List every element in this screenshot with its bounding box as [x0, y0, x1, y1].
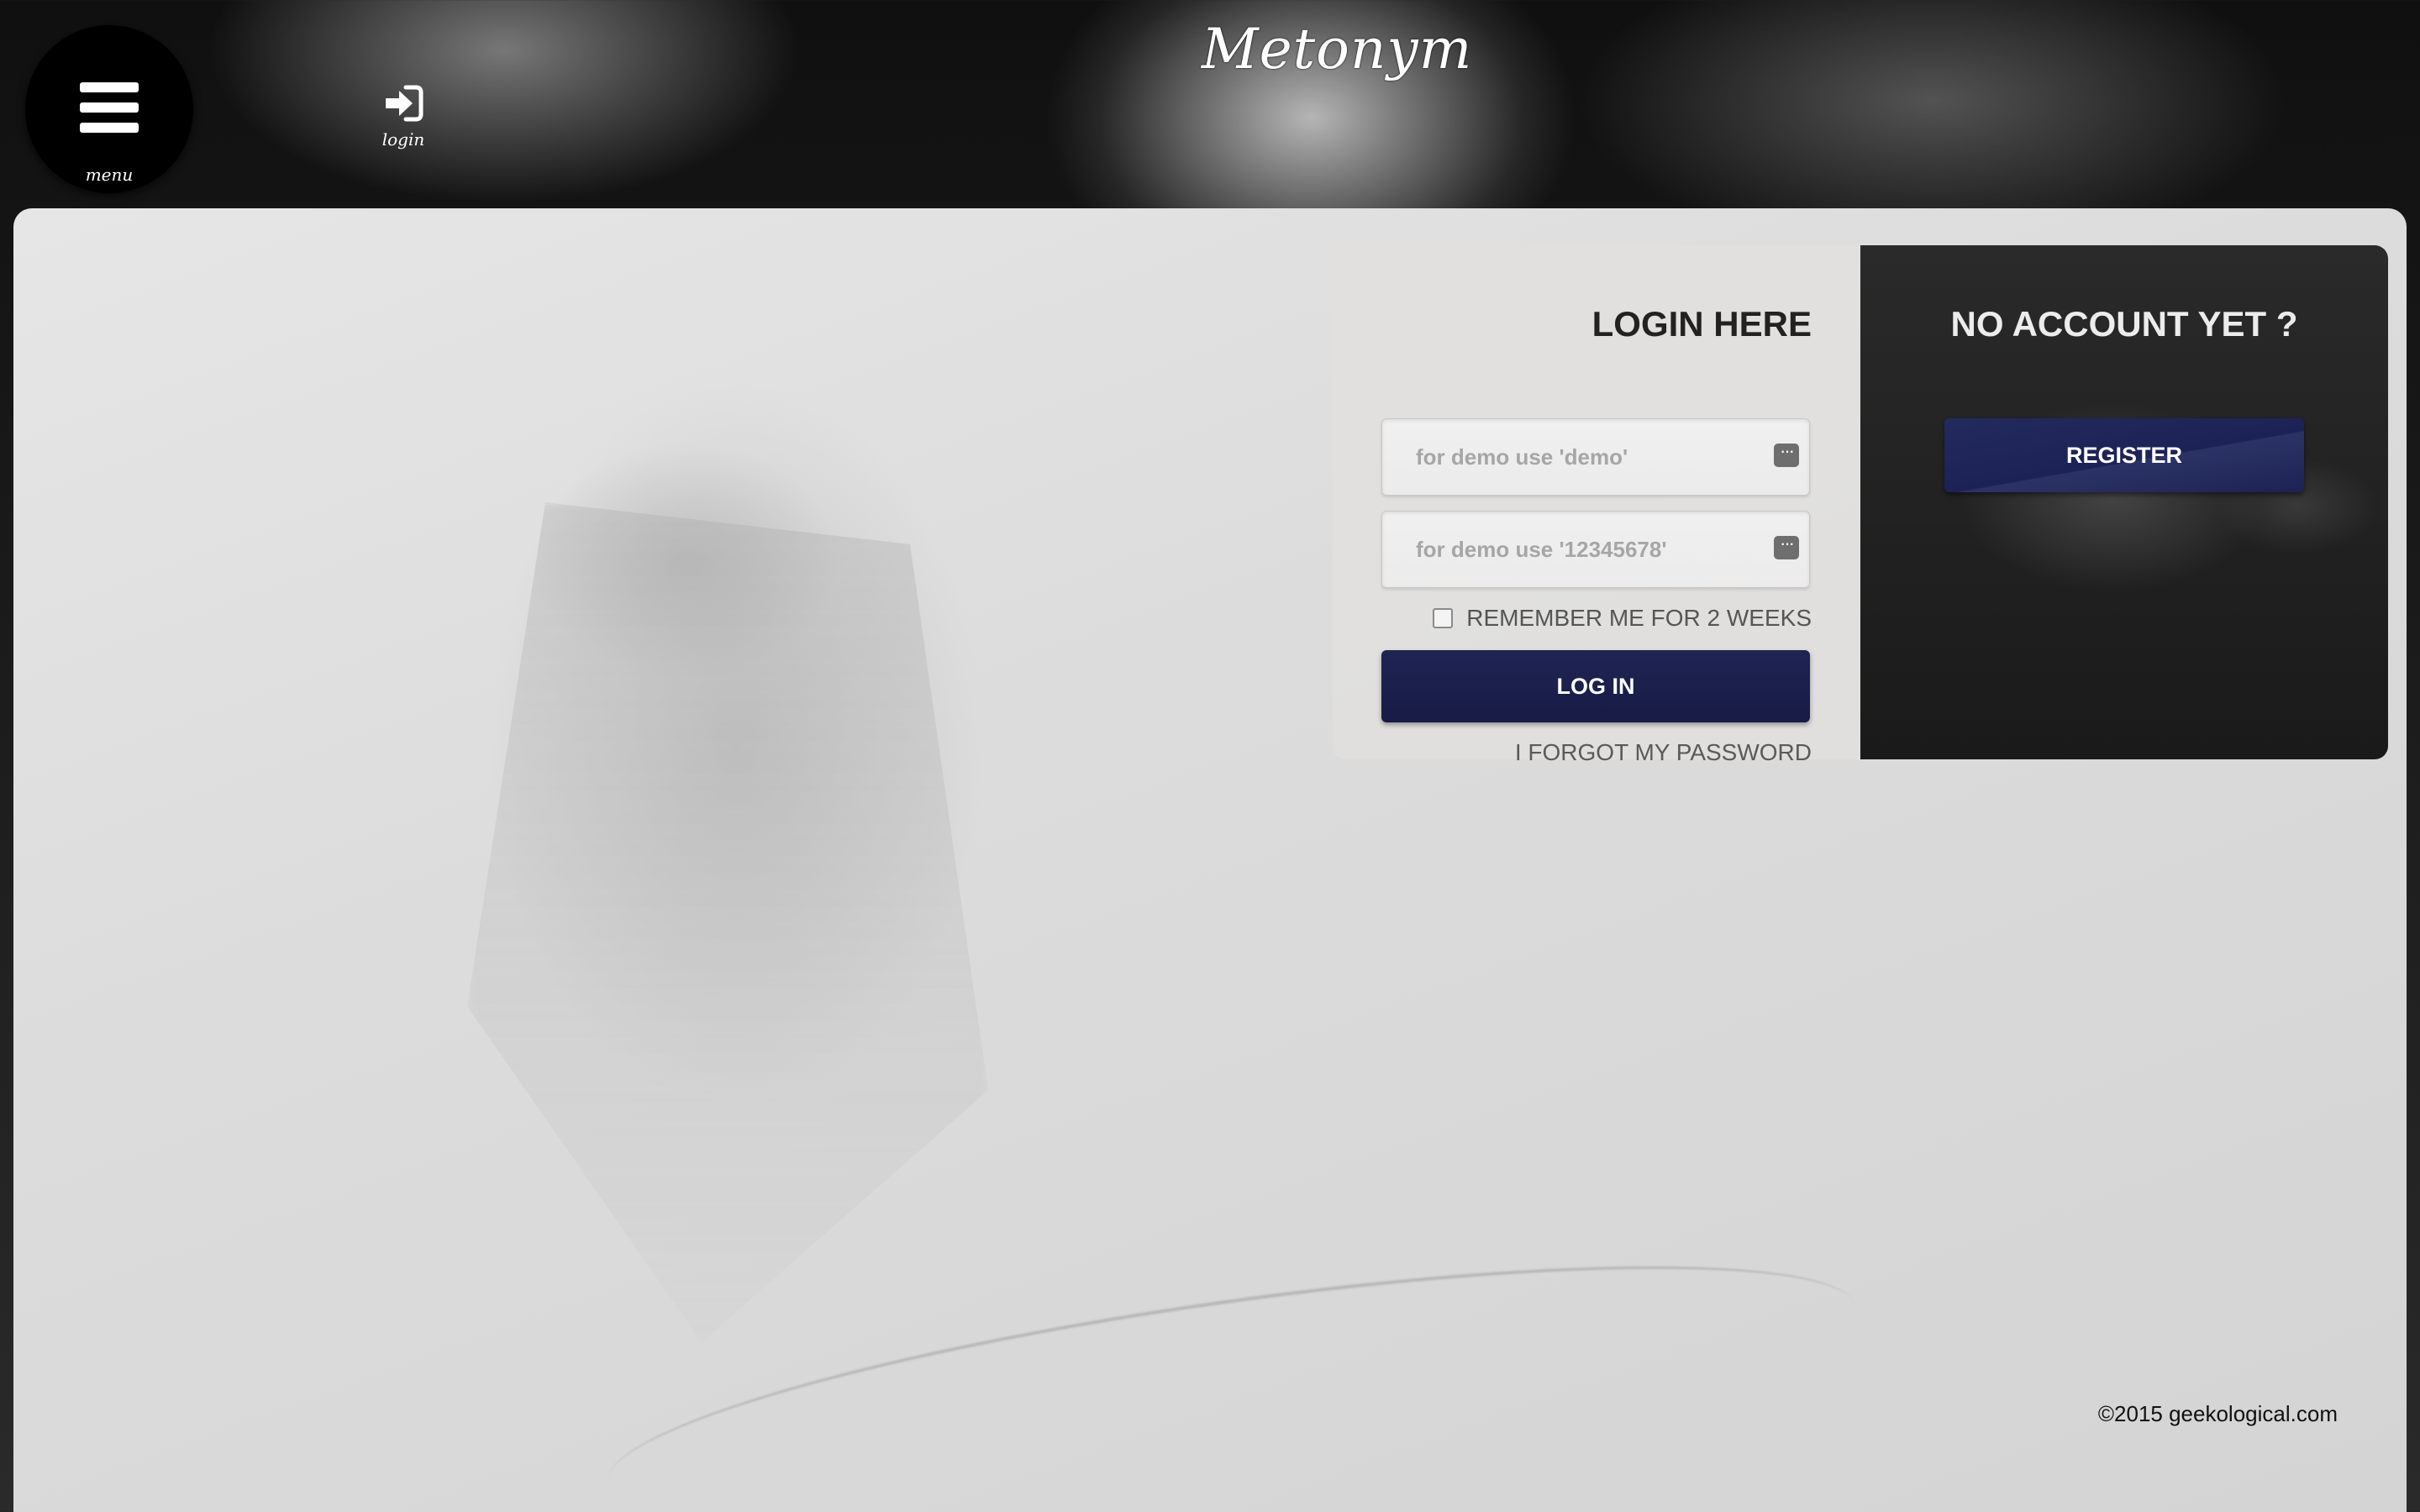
autofill-key-icon[interactable]: ···: [1774, 442, 1799, 467]
login-nav-link[interactable]: login: [370, 84, 437, 150]
menu-label: menu: [85, 165, 134, 185]
login-button[interactable]: LOG IN: [1381, 650, 1810, 722]
register-panel: NO ACCOUNT YET ? REGISTER: [1860, 245, 2388, 759]
site-logo[interactable]: Metonym: [1202, 17, 1471, 81]
background-pen-image: [467, 502, 988, 1342]
password-input[interactable]: [1382, 512, 1809, 587]
remember-me-label: REMEMBER ME FOR 2 WEEKS: [1466, 605, 1812, 631]
username-input[interactable]: [1382, 419, 1809, 495]
login-nav-label: login: [381, 129, 425, 150]
autofill-key-icon[interactable]: ···: [1774, 534, 1799, 559]
sign-in-icon: [386, 85, 424, 122]
hamburger-icon: [80, 82, 139, 133]
register-title: NO ACCOUNT YET ?: [1950, 304, 2298, 344]
password-field[interactable]: ···: [1381, 511, 1810, 588]
login-title: LOGIN HERE: [1591, 304, 1812, 344]
register-button[interactable]: REGISTER: [1944, 418, 2304, 492]
copyright-text: ©2015 geekological.com: [2097, 1401, 2338, 1426]
main-content-panel: LOGIN HERE ··· ··· REMEMBER ME FOR 2 WEE…: [13, 208, 2407, 1512]
remember-me-option[interactable]: REMEMBER ME FOR 2 WEEKS: [1433, 605, 1812, 632]
login-form: LOGIN HERE ··· ··· REMEMBER ME FOR 2 WEE…: [1333, 245, 1860, 765]
forgot-password-link[interactable]: I FORGOT MY PASSWORD: [1515, 739, 1812, 766]
remember-me-checkbox[interactable]: [1433, 608, 1454, 628]
username-field[interactable]: ···: [1381, 418, 1810, 496]
menu-button[interactable]: menu: [25, 25, 193, 193]
